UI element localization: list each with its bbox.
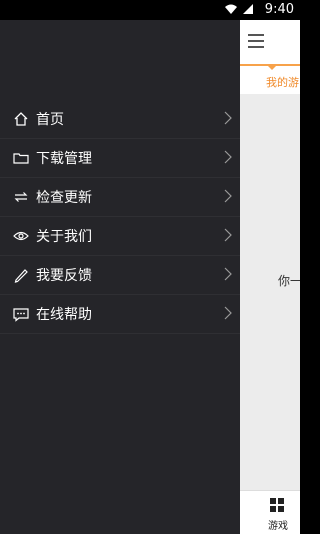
chat-icon: [12, 305, 30, 323]
tab-bar: 我的游: [240, 66, 300, 94]
chevron-right-icon: [224, 111, 232, 129]
wifi-icon: [225, 4, 237, 14]
chevron-right-icon: [224, 150, 232, 168]
grid-icon[interactable]: [269, 497, 285, 513]
chevron-right-icon: [224, 267, 232, 285]
navigation-drawer: 首页 下载管理 检查更新 关于我们 我要反馈 在线帮助: [0, 20, 240, 534]
menu-item-label: 关于我们: [36, 229, 92, 245]
menu-item-label: 我要反馈: [36, 268, 92, 284]
empty-state-text: 你一: [278, 274, 300, 288]
menu-item-help[interactable]: 在线帮助: [0, 295, 240, 334]
status-time: 9:40: [264, 2, 294, 17]
drawer-menu: 首页 下载管理 检查更新 关于我们 我要反馈 在线帮助: [0, 100, 240, 334]
menu-item-label: 检查更新: [36, 190, 92, 206]
tab-indicator: [266, 64, 278, 70]
status-icons: [224, 3, 254, 15]
home-icon: [12, 110, 30, 128]
tab-my-games[interactable]: 我的游: [266, 74, 299, 90]
signal-icon: [243, 4, 253, 14]
menu-item-downloads[interactable]: 下载管理: [0, 139, 240, 178]
chevron-right-icon: [224, 306, 232, 324]
main-content: 我的游 你一 游戏: [240, 20, 300, 534]
menu-item-check-update[interactable]: 检查更新: [0, 178, 240, 217]
bottom-nav-label-games[interactable]: 游戏: [268, 517, 288, 532]
pencil-icon: [12, 266, 30, 284]
menu-item-about[interactable]: 关于我们: [0, 217, 240, 256]
status-bar: 9:40: [0, 0, 300, 20]
menu-icon[interactable]: [248, 34, 264, 48]
folder-icon: [12, 149, 30, 167]
menu-item-feedback[interactable]: 我要反馈: [0, 256, 240, 295]
eye-icon: [12, 227, 30, 245]
bottom-nav: 游戏: [240, 490, 300, 534]
refresh-icon: [12, 188, 30, 206]
menu-item-label: 首页: [36, 112, 64, 128]
chevron-right-icon: [224, 189, 232, 207]
menu-item-home[interactable]: 首页: [0, 100, 240, 139]
chevron-right-icon: [224, 228, 232, 246]
top-bar: [240, 20, 300, 64]
menu-item-label: 下载管理: [36, 151, 92, 167]
menu-item-label: 在线帮助: [36, 307, 92, 323]
